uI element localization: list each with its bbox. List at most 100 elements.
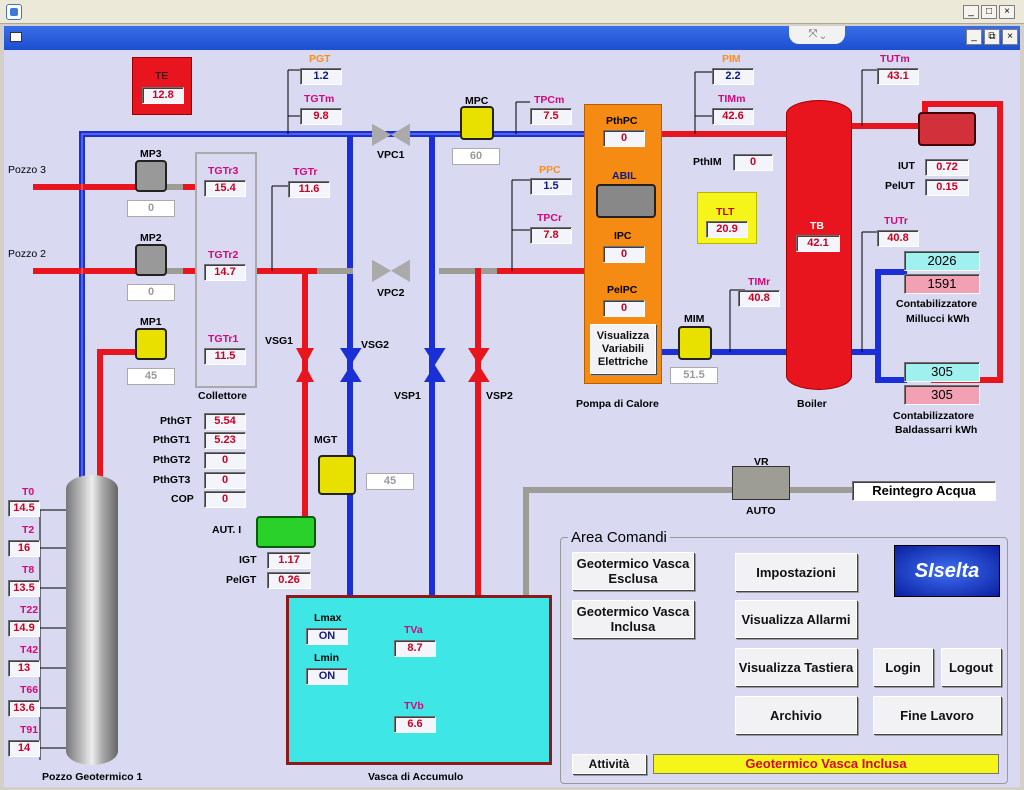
reintegro-acqua-field: Reintegro Acqua: [852, 481, 996, 501]
value-tutm: 43.1: [877, 68, 919, 85]
te-box: [132, 57, 192, 115]
archivio-button[interactable]: Archivio: [735, 696, 857, 734]
label-tva: TVa: [404, 624, 423, 636]
label-t22: T22: [20, 604, 39, 616]
geotermico-vasca-esclusa-button[interactable]: Geotermico Vasca Esclusa: [572, 552, 694, 590]
app-window: _ □ × ⤧ ⌄ _ ⧉ × Area Comandi PGT TGTm MP…: [0, 0, 1024, 790]
label-t91: T91: [20, 724, 39, 736]
label-tgtr2: TGTr2: [208, 249, 239, 261]
value-tgtr2: 14.7: [204, 264, 246, 281]
value-igt: 1.17: [267, 552, 311, 569]
value-mgt: 45: [366, 473, 414, 490]
meter-baldassarri-2: 305: [904, 385, 980, 405]
pump-aut-icon: [256, 516, 316, 548]
label-mp3: MP3: [140, 148, 162, 160]
pump-mim-icon: [678, 326, 712, 360]
value-tpcr: 7.8: [530, 227, 572, 244]
value-t2: 16: [8, 540, 40, 557]
geotermico-vasca-inclusa-button[interactable]: Geotermico Vasca Inclusa: [572, 600, 694, 638]
label-contab2a: Contabilizzatore: [893, 410, 975, 422]
label-mim: MIM: [684, 313, 705, 325]
visualizza-tastiera-button[interactable]: Visualizza Tastiera: [735, 648, 857, 686]
pump-mp1-icon: [135, 328, 167, 360]
label-timr: TIMr: [748, 276, 771, 288]
visualizza-allarmi-button[interactable]: Visualizza Allarmi: [735, 600, 857, 638]
login-button[interactable]: Login: [873, 648, 933, 686]
label-mp1: MP1: [140, 316, 162, 328]
label-contab1b: Millucci kWh: [906, 313, 970, 325]
value-mp2: 0: [127, 284, 175, 301]
label-pompa: Pompa di Calore: [576, 398, 659, 410]
label-pgt: PGT: [309, 53, 331, 65]
pump-abil-icon: [596, 184, 656, 218]
label-tutm: TUTm: [880, 53, 910, 65]
value-ppc: 1.5: [530, 178, 572, 195]
label-lmin: Lmin: [314, 652, 340, 664]
impostazioni-button[interactable]: Impostazioni: [735, 553, 857, 591]
value-tgtm: 9.8: [300, 108, 342, 125]
value-t22: 14.9: [8, 620, 40, 637]
label-t8: T8: [22, 564, 35, 576]
value-tpcm: 7.5: [530, 108, 572, 125]
geothermal-well: [66, 475, 118, 765]
pump-iut-icon: [918, 112, 976, 146]
pump-mp2-icon: [135, 244, 167, 276]
label-mgt: MGT: [314, 434, 338, 446]
pump-mpc-icon: [460, 106, 494, 140]
label-pthpc: PthPC: [606, 115, 638, 127]
value-pgt: 1.2: [300, 68, 342, 85]
label-vsg1: VSG1: [265, 335, 294, 347]
value-tgtr: 11.6: [288, 181, 330, 198]
value-tgtr1: 11.5: [204, 348, 246, 365]
label-contab2b: Baldassarri kWh: [895, 424, 978, 436]
value-t66: 13.6: [8, 700, 40, 717]
value-cop: 0: [204, 491, 246, 508]
label-tgtr3: TGTr3: [208, 165, 239, 177]
value-timm: 42.6: [712, 108, 754, 125]
command-area-title: Area Comandi: [568, 529, 670, 546]
valve-vr-icon: [732, 466, 790, 500]
value-tgtr3: 15.4: [204, 180, 246, 197]
logout-button[interactable]: Logout: [941, 648, 1001, 686]
label-t66: T66: [20, 684, 39, 696]
meter-millucci-2: 1591: [904, 274, 980, 294]
label-lmax: Lmax: [314, 612, 342, 624]
label-tgtr1: TGTr1: [208, 333, 239, 345]
label-t0: T0: [22, 486, 35, 498]
label-vpc1: VPC1: [377, 149, 405, 161]
label-iut: IUT: [898, 160, 915, 172]
label-collettore: Collettore: [198, 390, 248, 402]
label-pthgt1: PthGT1: [153, 434, 191, 446]
label-contab1a: Contabilizzatore: [896, 298, 978, 310]
label-cop: COP: [171, 493, 194, 505]
label-pozzo3: Pozzo 3: [8, 164, 46, 176]
pump-mgt-icon: [318, 455, 356, 495]
label-tb: TB: [810, 220, 824, 232]
label-t42: T42: [20, 644, 39, 656]
value-tvb: 6.6: [394, 716, 436, 733]
value-pelpc: 0: [603, 300, 645, 317]
value-pthim: 0: [733, 154, 773, 171]
label-tpcr: TPCr: [537, 212, 563, 224]
visualizza-variabili-elettriche-button[interactable]: Visualizza Variabili Elettriche: [590, 324, 656, 374]
fine-lavoro-button[interactable]: Fine Lavoro: [873, 696, 1001, 734]
value-t42: 13: [8, 660, 40, 677]
label-vasca: Vasca di Accumulo: [368, 771, 464, 783]
value-pthgt1: 5.23: [204, 432, 246, 449]
value-pthgt: 5.54: [204, 413, 246, 430]
label-ipc: IPC: [614, 230, 632, 242]
label-pthgt: PthGT: [160, 415, 192, 427]
label-pozzo2: Pozzo 2: [8, 248, 46, 260]
value-ipc: 0: [603, 246, 645, 263]
value-iut: 0.72: [925, 159, 969, 176]
label-vsg2: VSG2: [361, 339, 390, 351]
label-boiler: Boiler: [797, 398, 827, 410]
value-t0: 14.5: [8, 500, 40, 517]
label-mpc: MPC: [465, 95, 489, 107]
value-mp1: 45: [127, 368, 175, 385]
value-t8: 13.5: [8, 580, 40, 597]
label-aut: AUT. I: [212, 524, 242, 536]
value-pthpc: 0: [603, 130, 645, 147]
value-pelut: 0.15: [925, 179, 969, 196]
pump-mp3-icon: [135, 160, 167, 192]
